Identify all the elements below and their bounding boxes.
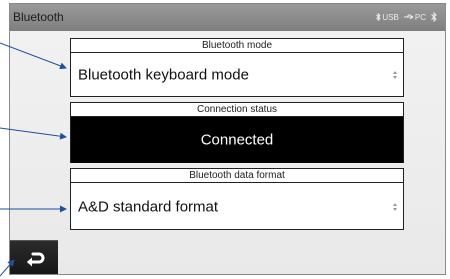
device-screen: Bluetooth USB PC Bluetooth mode Bluetoot… xyxy=(9,3,446,275)
bluetooth-mode-header: Bluetooth mode xyxy=(71,39,403,53)
updown-icon xyxy=(393,71,397,79)
usb-indicator: USB xyxy=(376,12,399,22)
usb-label: USB xyxy=(382,12,399,22)
bluetooth-mode-value: Bluetooth keyboard mode xyxy=(78,66,249,84)
bluetooth-data-format-select[interactable]: A&D standard format xyxy=(71,183,403,230)
bluetooth-data-format-value: A&D standard format xyxy=(78,198,219,215)
bluetooth-small-icon xyxy=(376,13,382,21)
top-bar: Bluetooth USB PC xyxy=(10,4,445,31)
pc-indicator: PC xyxy=(403,12,426,22)
pc-label: PC xyxy=(414,12,426,22)
connection-status-panel: Connection status Connected xyxy=(70,102,404,163)
screen-title: Bluetooth xyxy=(13,10,64,24)
connection-status-value: Connected xyxy=(200,131,274,149)
back-button[interactable] xyxy=(10,240,58,274)
bluetooth-indicator xyxy=(431,12,437,22)
updown-icon xyxy=(393,202,397,211)
usb-plug-icon xyxy=(403,14,414,20)
bluetooth-icon xyxy=(431,12,437,22)
bluetooth-data-format-header: Bluetooth data format xyxy=(71,169,403,183)
status-indicators: USB PC xyxy=(376,12,437,22)
page: Bluetooth USB PC Bluetooth mode Bluetoot… xyxy=(0,0,450,279)
connection-status-header: Connection status xyxy=(71,103,403,117)
bluetooth-data-format-panel: Bluetooth data format A&D standard forma… xyxy=(70,168,404,230)
bluetooth-mode-select[interactable]: Bluetooth keyboard mode xyxy=(71,53,403,97)
connection-status-display: Connected xyxy=(71,117,403,163)
return-arrow-icon xyxy=(27,252,45,266)
bluetooth-mode-panel: Bluetooth mode Bluetooth keyboard mode xyxy=(70,38,404,97)
